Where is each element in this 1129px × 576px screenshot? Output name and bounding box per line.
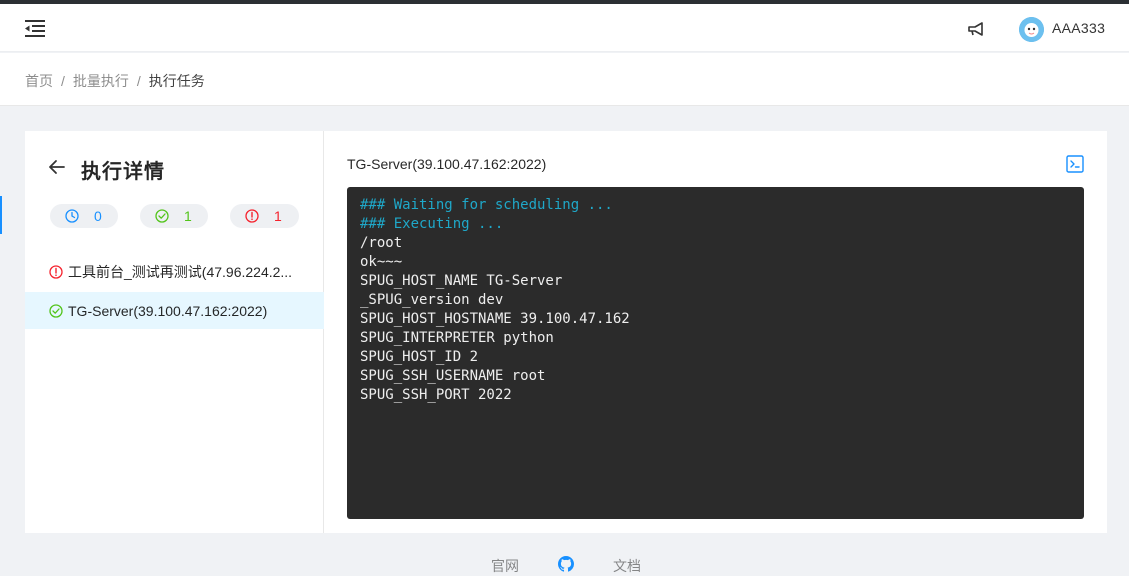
task-detail-card: 执行详情 0 1 1 工具前台_测试再测试(47.96.224.2... TG-… xyxy=(25,131,1107,533)
breadcrumb-batch[interactable]: 批量执行 xyxy=(73,73,129,89)
host-sidebar: 执行详情 0 1 1 工具前台_测试再测试(47.96.224.2... TG-… xyxy=(25,131,324,533)
breadcrumb: 首页 / 批量执行 / 执行任务 xyxy=(0,53,1129,106)
console-line: SPUG_HOST_HOSTNAME 39.100.47.162 xyxy=(360,311,630,327)
footer-docs-link[interactable]: 文档 xyxy=(613,556,641,576)
failed-count: 1 xyxy=(274,208,282,224)
selected-host-title: TG-Server(39.100.47.162:2022) xyxy=(347,156,547,172)
breadcrumb-separator: / xyxy=(136,73,141,89)
console-line: SPUG_SSH_PORT 2022 xyxy=(360,387,512,403)
host-item-failed[interactable]: 工具前台_测试再测试(47.96.224.2... xyxy=(25,253,324,290)
terminal-icon[interactable] xyxy=(1066,155,1084,173)
clock-icon xyxy=(65,209,79,223)
footer-site-link[interactable]: 官网 xyxy=(491,556,519,576)
page-title: 执行详情 xyxy=(81,161,165,183)
breadcrumb-current: 执行任务 xyxy=(148,73,205,89)
console-line: SPUG_HOST_ID 2 xyxy=(360,349,479,365)
success-count: 1 xyxy=(184,208,192,224)
breadcrumb-home[interactable]: 首页 xyxy=(25,73,53,89)
exclamation-circle-icon xyxy=(49,264,63,279)
breadcrumb-separator: / xyxy=(61,73,65,89)
host-label: 工具前台_测试再测试(47.96.224.2... xyxy=(68,263,293,280)
host-item-selected[interactable]: TG-Server(39.100.47.162:2022) xyxy=(25,292,324,329)
console-line: /root xyxy=(360,235,403,251)
check-circle-icon xyxy=(155,209,169,223)
output-console[interactable]: ### Waiting for scheduling ... ### Execut… xyxy=(347,187,1084,519)
username[interactable]: AAA333 xyxy=(1052,20,1105,36)
menu-fold-icon[interactable] xyxy=(25,19,45,37)
success-count-badge[interactable]: 1 xyxy=(140,204,208,228)
left-edge-accent xyxy=(0,196,2,234)
waiting-count-badge[interactable]: 0 xyxy=(50,204,118,228)
console-line: SPUG_HOST_NAME TG-Server xyxy=(360,273,563,289)
header: AAA333 xyxy=(0,4,1129,52)
console-line: ### Waiting for scheduling ... xyxy=(360,197,613,213)
host-label: TG-Server(39.100.47.162:2022) xyxy=(68,302,268,319)
console-line: ok~~~ xyxy=(360,254,403,270)
console-line: _SPUG_version dev xyxy=(360,292,504,308)
avatar[interactable] xyxy=(1019,17,1044,42)
failed-count-badge[interactable]: 1 xyxy=(230,204,299,228)
notification-icon[interactable] xyxy=(966,19,986,39)
waiting-count: 0 xyxy=(94,208,102,224)
github-icon[interactable] xyxy=(558,556,574,572)
check-circle-icon xyxy=(49,303,63,318)
back-arrow-icon[interactable] xyxy=(48,158,66,176)
console-line: SPUG_SSH_USERNAME root xyxy=(360,368,546,384)
footer: 官网 文档 xyxy=(0,548,1129,574)
console-line: ### Executing ... xyxy=(360,216,504,232)
exclamation-circle-icon xyxy=(245,209,259,223)
console-line: SPUG_INTERPRETER python xyxy=(360,330,554,346)
